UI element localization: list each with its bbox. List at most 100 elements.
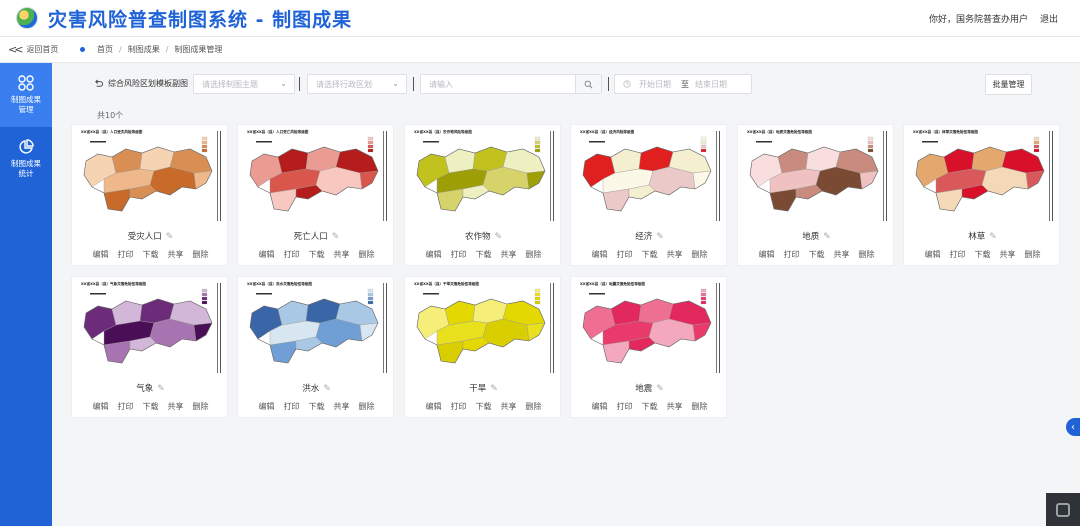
map-thumbnail[interactable]: XX省XX县（县）洪水灾害危险性等级图 [244,279,389,378]
edit-button[interactable]: 编辑 [925,249,941,260]
floating-widget[interactable] [1046,493,1080,526]
share-button[interactable]: 共享 [834,249,850,260]
edit-button[interactable]: 编辑 [426,401,442,412]
print-button[interactable]: 打印 [950,249,966,260]
result-card[interactable]: XX省XX县（县）人口死亡风险等级图 死亡人口 ✎ 编辑 打印 下载 共享 删除 [237,124,394,266]
logout-link[interactable]: 退出 [1040,12,1058,25]
print-button[interactable]: 打印 [784,249,800,260]
share-button[interactable]: 共享 [501,249,517,260]
download-button[interactable]: 下载 [809,249,825,260]
print-button[interactable]: 打印 [451,401,467,412]
download-button[interactable]: 下载 [143,401,159,412]
edit-button[interactable]: 编辑 [93,249,109,260]
edit-button[interactable]: 编辑 [93,401,109,412]
map-thumbnail[interactable]: XX省XX县（县）经济风险等级图 [577,127,722,226]
result-card[interactable]: XX省XX县（县）地质灾害危险性等级图 地质 ✎ 编辑 打印 下载 共享 删除 [737,124,894,266]
download-button[interactable]: 下载 [143,249,159,260]
result-card[interactable]: XX省XX县（县）干旱灾害危险性等级图 干旱 ✎ 编辑 打印 下载 共享 删除 [404,276,561,418]
map-thumbnail[interactable]: XX省XX县（县）干旱灾害危险性等级图 [411,279,556,378]
result-card[interactable]: XX省XX县（县）气象灾害危险性等级图 气象 ✎ 编辑 打印 下载 共享 删除 [71,276,228,418]
edit-pencil-icon[interactable]: ✎ [332,232,340,242]
edit-pencil-icon[interactable]: ✎ [166,232,174,242]
result-card[interactable]: XX省XX县（县）经济风险等级图 经济 ✎ 编辑 打印 下载 共享 删除 [570,124,727,266]
theme-select[interactable]: 请选择制图主题 ⌄ [193,74,295,94]
date-range-picker[interactable]: 开始日期 至 结束日期 [614,74,752,94]
sidebar: 制图成果管理 制图成果统计 [0,63,52,526]
collapse-panel-button[interactable]: ‹ [1066,418,1080,436]
result-card[interactable]: XX省XX县（县）洪水灾害危险性等级图 洪水 ✎ 编辑 打印 下载 共享 删除 [237,276,394,418]
edit-button[interactable]: 编辑 [259,401,275,412]
edit-pencil-icon[interactable]: ✎ [157,384,165,394]
share-button[interactable]: 共享 [168,401,184,412]
user-area: 你好，国务院普查办用户 退出 [929,0,1058,37]
share-button[interactable]: 共享 [667,249,683,260]
batch-manage-button[interactable]: 批量管理 [985,74,1032,95]
download-button[interactable]: 下载 [309,249,325,260]
share-button[interactable]: 共享 [667,401,683,412]
map-thumbnail[interactable]: XX省XX县（县）农作物风险等级图 [411,127,556,226]
edit-button[interactable]: 编辑 [426,249,442,260]
map-thumbnail[interactable]: XX省XX县（县）地质灾害危险性等级图 [744,127,889,226]
delete-button[interactable]: 删除 [526,401,542,412]
edit-pencil-icon[interactable]: ✎ [490,384,498,394]
delete-button[interactable]: 删除 [692,249,708,260]
edit-pencil-icon[interactable]: ✎ [989,232,997,242]
map-region [692,170,712,190]
share-button[interactable]: 共享 [334,401,350,412]
delete-button[interactable]: 删除 [359,401,375,412]
delete-button[interactable]: 删除 [859,249,875,260]
map-thumbnail[interactable]: XX省XX县（县）林草灾害危险性等级图 [910,127,1055,226]
share-button[interactable]: 共享 [1000,249,1016,260]
delete-button[interactable]: 删除 [526,249,542,260]
map-thumbnail[interactable]: XX省XX县（县）气象灾害危险性等级图 [78,279,223,378]
print-button[interactable]: 打印 [284,249,300,260]
edit-button[interactable]: 编辑 [259,249,275,260]
print-button[interactable]: 打印 [617,401,633,412]
download-button[interactable]: 下载 [642,401,658,412]
edit-pencil-icon[interactable]: ✎ [656,384,664,394]
share-button[interactable]: 共享 [168,249,184,260]
share-button[interactable]: 共享 [334,249,350,260]
breadcrumb-separator: / [165,45,169,54]
download-button[interactable]: 下载 [476,249,492,260]
result-card[interactable]: XX省XX县（县）地震灾害危险性等级图 地震 ✎ 编辑 打印 下载 共享 删除 [570,276,727,418]
download-button[interactable]: 下载 [975,249,991,260]
search-button[interactable] [575,75,601,93]
breadcrumb-item-home[interactable]: 首页 [97,44,113,55]
delete-button[interactable]: 删除 [359,249,375,260]
edit-button[interactable]: 编辑 [592,401,608,412]
map-thumbnail[interactable]: XX省XX县（县）地震灾害危险性等级图 [577,279,722,378]
edit-button[interactable]: 编辑 [592,249,608,260]
download-button[interactable]: 下载 [642,249,658,260]
breadcrumb-item-results[interactable]: 制图成果 [128,44,160,55]
map-thumbnail[interactable]: XX省XX县（县）人口受灾风险等级图 [78,127,223,226]
edit-pencil-icon[interactable]: ✎ [494,232,502,242]
back-home-button[interactable]: << 返回首页 [0,37,72,63]
delete-button[interactable]: 删除 [1025,249,1041,260]
edit-pencil-icon[interactable]: ✎ [656,232,664,242]
edit-pencil-icon[interactable]: ✎ [323,384,331,394]
print-button[interactable]: 打印 [118,249,134,260]
card-actions: 编辑 打印 下载 共享 删除 [72,401,229,412]
region-select[interactable]: 请选择行政区划 ⌄ [307,74,407,94]
print-button[interactable]: 打印 [284,401,300,412]
result-card[interactable]: XX省XX县（县）农作物风险等级图 农作物 ✎ 编辑 打印 下载 共享 删除 [404,124,561,266]
print-button[interactable]: 打印 [118,401,134,412]
download-button[interactable]: 下载 [476,401,492,412]
delete-button[interactable]: 删除 [692,401,708,412]
result-card[interactable]: XX省XX县（县）人口受灾风险等级图 受灾人口 ✎ 编辑 打印 下载 共享 删除 [71,124,228,266]
print-button[interactable]: 打印 [617,249,633,260]
map-thumbnail[interactable]: XX省XX县（县）人口死亡风险等级图 [244,127,389,226]
download-button[interactable]: 下载 [309,401,325,412]
search-input[interactable]: 请输入 [420,74,602,94]
edit-button[interactable]: 编辑 [759,249,775,260]
sidebar-item-results-statistics[interactable]: 制图成果统计 [0,127,52,191]
delete-button[interactable]: 删除 [193,401,209,412]
share-button[interactable]: 共享 [501,401,517,412]
edit-pencil-icon[interactable]: ✎ [823,232,831,242]
delete-button[interactable]: 删除 [193,249,209,260]
template-link[interactable]: 综合风险区划模板副图 [94,78,188,89]
result-card[interactable]: XX省XX县（县）林草灾害危险性等级图 林草 ✎ 编辑 打印 下载 共享 删除 [903,124,1060,266]
sidebar-item-results-management[interactable]: 制图成果管理 [0,63,52,127]
print-button[interactable]: 打印 [451,249,467,260]
